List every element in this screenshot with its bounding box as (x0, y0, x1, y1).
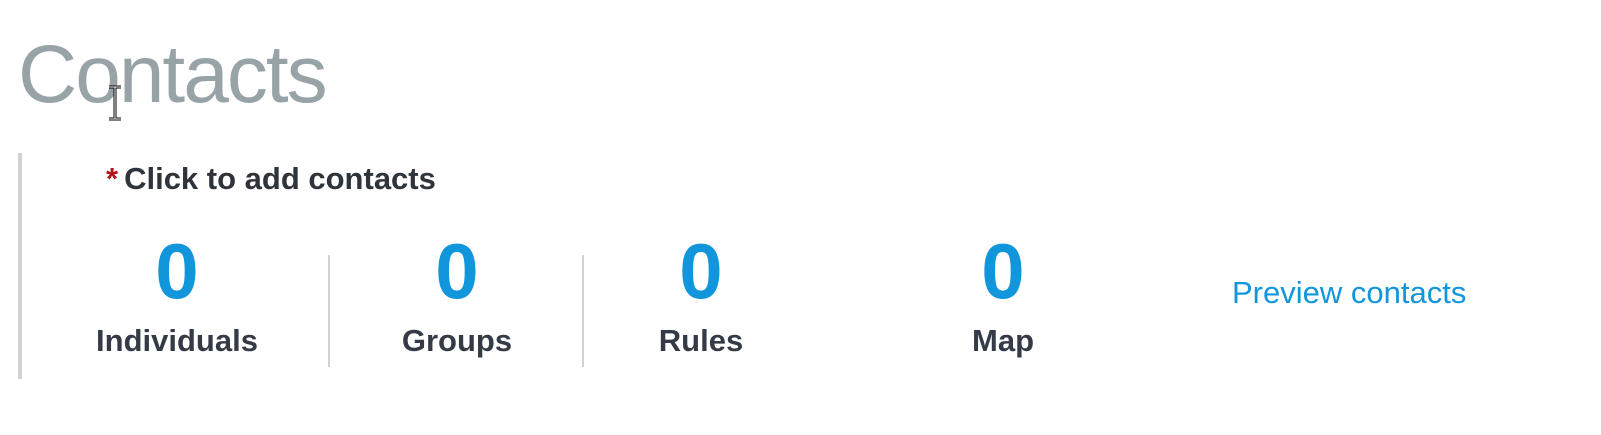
map-label: Map (972, 323, 1034, 358)
stat-rules[interactable]: 0 Rules (581, 231, 821, 359)
required-asterisk: * (106, 161, 119, 196)
groups-label: Groups (401, 323, 513, 358)
add-contacts-label: Click to add contacts (124, 161, 436, 196)
stat-divider (328, 255, 330, 367)
stat-map[interactable]: 0 Map (883, 231, 1123, 359)
rules-count: 0 (679, 227, 723, 315)
page-title: Contacts (18, 29, 328, 120)
rules-label: Rules (658, 323, 744, 358)
stat-individuals[interactable]: 0 Individuals (57, 231, 297, 359)
individuals-count: 0 (155, 227, 199, 315)
contacts-panel: * Click to add contacts 0 Individuals 0 G… (18, 153, 1558, 379)
individuals-label: Individuals (96, 323, 258, 358)
text-cursor-icon (109, 85, 121, 121)
map-count: 0 (981, 227, 1025, 315)
add-contacts-prompt[interactable]: * Click to add contacts (106, 161, 436, 197)
preview-contacts-link[interactable]: Preview contacts (1232, 275, 1466, 311)
groups-count: 0 (435, 227, 479, 315)
contacts-page: Contacts * Click to add contacts 0 Indivi… (0, 0, 1601, 435)
stat-groups[interactable]: 0 Groups (337, 231, 577, 359)
